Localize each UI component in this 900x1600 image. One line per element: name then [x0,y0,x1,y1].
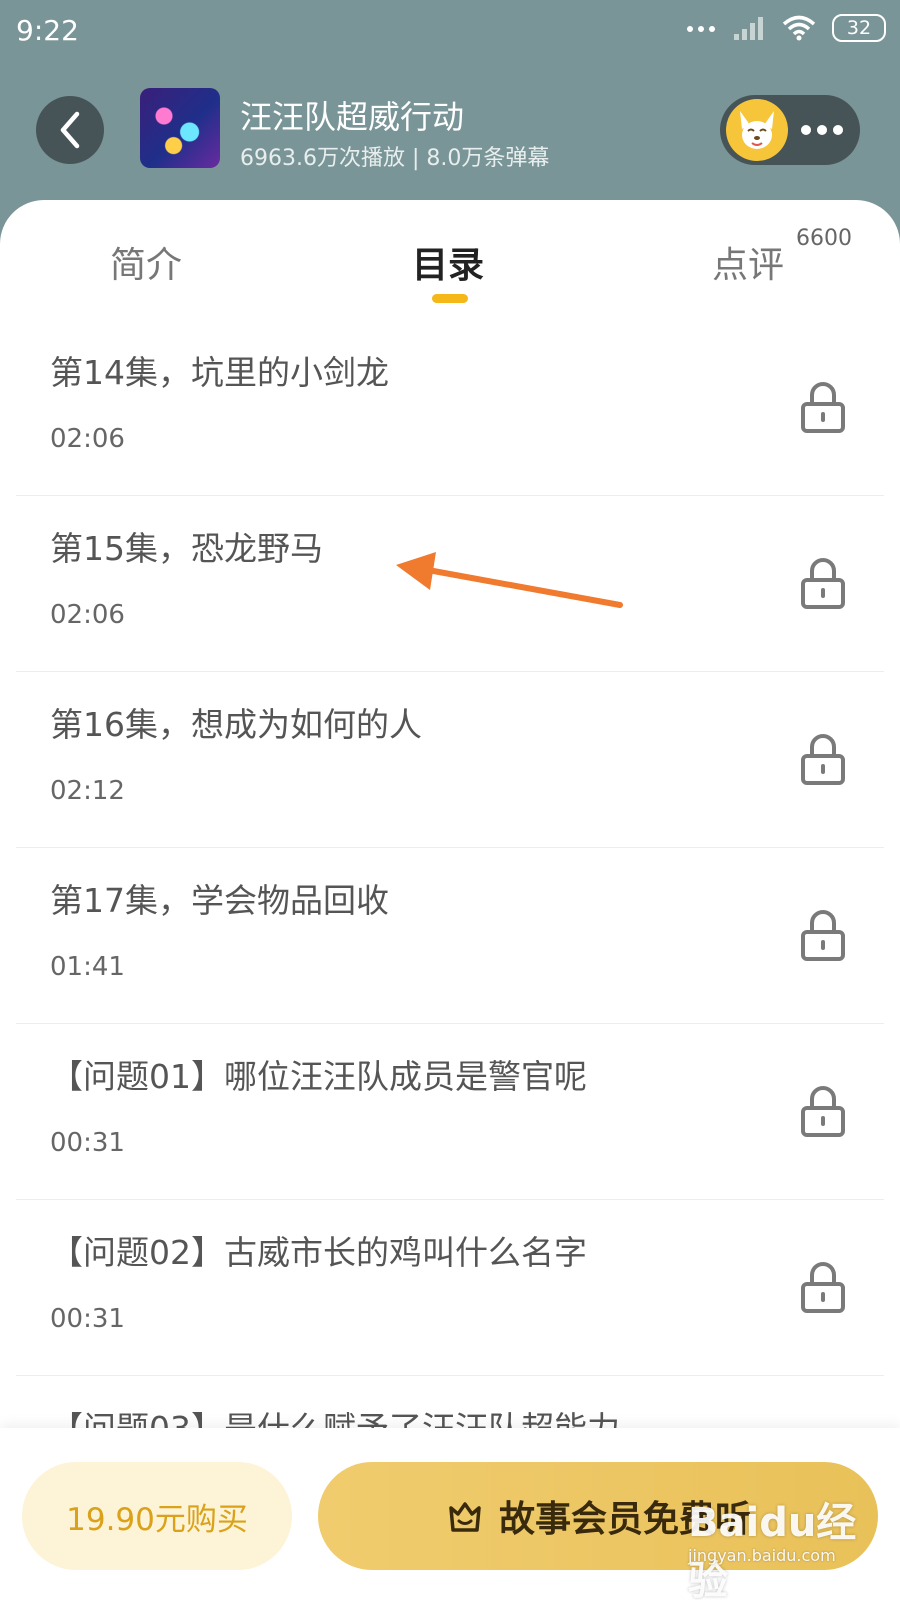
lock-icon [801,558,845,609]
episode-duration: 02:06 [50,424,125,454]
tab-indicator [432,294,468,303]
episode-duration: 00:31 [50,1128,125,1158]
episode-list: 第14集，坑里的小剑龙 02:06 第15集，恐龙野马 02:06 第16集，想… [0,320,900,1552]
episode-title: 【问题02】古威市长的鸡叫什么名字 [50,1233,587,1272]
tab-bar: 简介 目录 点评 6600 [0,200,900,310]
tab-review[interactable]: 点评 [712,236,784,288]
episode-title: 【问题01】哪位汪汪队成员是警官呢 [50,1057,587,1096]
status-icons: 32 [686,14,886,42]
lock-icon [801,1086,845,1137]
crown-bag-icon [449,1502,481,1532]
more-dots-icon [687,26,715,32]
episode-item[interactable]: 第15集，恐龙野马 02:06 [16,496,884,672]
album-cover[interactable] [140,88,220,168]
back-button[interactable] [36,96,104,164]
episode-title: 第14集，坑里的小剑龙 [50,353,389,392]
episode-item[interactable]: 【问题02】古威市长的鸡叫什么名字 00:31 [16,1200,884,1376]
lock-icon [801,1262,845,1313]
episode-duration: 00:31 [50,1304,125,1334]
watermark-sub: jingyan.baidu.com [688,1546,836,1565]
status-bar: 9:22 32 [0,0,900,62]
header-capsule [720,95,860,165]
baidu-watermark: Baidu经验 jingyan.baidu.com [688,1490,888,1600]
signal-icon [734,17,763,40]
lock-icon [801,734,845,785]
header: 汪汪队超威行动 6963.6万次播放 | 8.0万条弹幕 [0,62,900,202]
episode-item[interactable]: 第17集，学会物品回收 01:41 [16,848,884,1024]
episode-title: 第15集，恐龙野马 [50,529,323,568]
more-options-button[interactable] [796,113,848,147]
watermark-main: Baidu经验 [688,1500,857,1600]
lock-icon [801,910,845,961]
episode-title: 第17集，学会物品回收 [50,881,389,920]
status-time: 9:22 [16,14,79,47]
battery-indicator: 32 [832,14,886,42]
fox-icon [740,111,774,149]
tab-catalog[interactable]: 目录 [412,236,484,288]
content-sheet: 简介 目录 点评 6600 第14集，坑里的小剑龙 02:06 第15集，恐龙野… [0,200,900,1600]
album-stats: 6963.6万次播放 | 8.0万条弹幕 [240,146,550,171]
episode-duration: 02:12 [50,776,125,806]
chevron-left-icon [60,111,80,149]
lock-icon [801,382,845,433]
episode-duration: 01:41 [50,952,125,982]
tab-intro[interactable]: 简介 [110,236,182,288]
album-title: 汪汪队超威行动 [240,98,465,136]
episode-duration: 02:06 [50,600,125,630]
wifi-icon [782,15,816,41]
review-count-badge: 6600 [796,226,852,251]
buy-button[interactable]: 19.90元购买 [22,1462,292,1570]
episode-item[interactable]: 【问题01】哪位汪汪队成员是警官呢 00:31 [16,1024,884,1200]
episode-title: 第16集，想成为如何的人 [50,705,422,744]
episode-item[interactable]: 第16集，想成为如何的人 02:12 [16,672,884,848]
fox-avatar[interactable] [726,99,788,161]
episode-item[interactable]: 第14集，坑里的小剑龙 02:06 [16,320,884,496]
